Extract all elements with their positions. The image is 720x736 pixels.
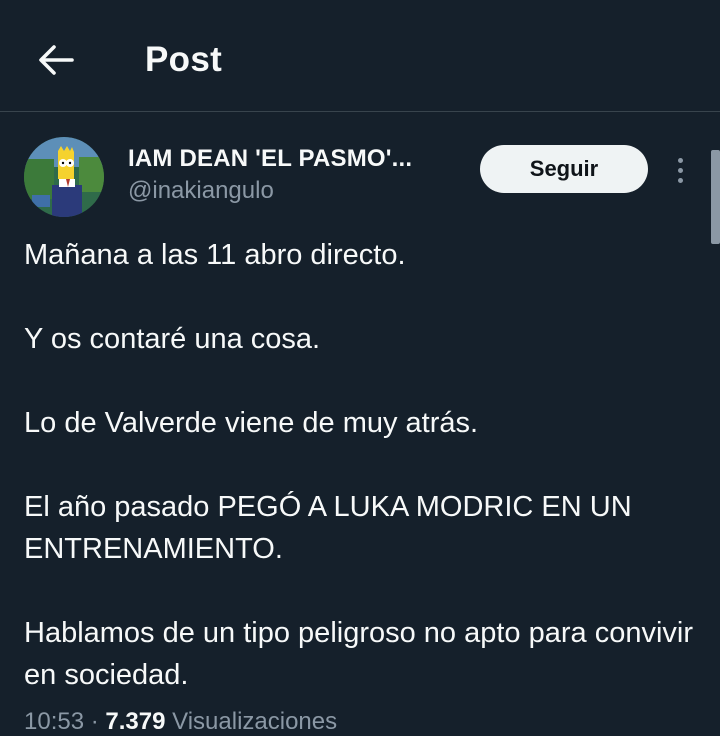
tweet-meta: 10:53 · 7.379 Visualizaciones (24, 708, 337, 736)
author-handle[interactable]: @inakiangulo (128, 177, 274, 205)
more-dot-icon (677, 177, 683, 183)
tweet-paragraph: Y os contaré una cosa. (24, 323, 321, 355)
back-button[interactable] (30, 34, 82, 86)
arrow-left-icon (39, 45, 74, 75)
tweet-paragraph: Mañana a las 11 abro directo. (24, 239, 406, 271)
scrollbar[interactable] (711, 150, 720, 244)
more-options-button[interactable] (664, 150, 696, 190)
tweet-time[interactable]: 10:53 (24, 708, 84, 735)
page-title: Post (145, 40, 223, 79)
avatar[interactable] (24, 137, 104, 217)
author-display-name[interactable]: IAM DEAN 'EL PASMO'... (128, 145, 412, 173)
avatar-image (24, 137, 104, 217)
follow-button[interactable]: Seguir (480, 145, 648, 193)
tweet-paragraph: Hablamos de un tipo peligroso no apto pa… (24, 617, 694, 691)
views-label: Visualizaciones (172, 708, 338, 735)
meta-separator: · (90, 708, 106, 735)
more-dot-icon (677, 157, 683, 163)
tweet-paragraph: El año pasado PEGÓ A LUKA MODRIC EN UN E… (24, 491, 632, 565)
tweet-text: Mañana a las 11 abro directo. Y os conta… (24, 234, 694, 696)
tweet-paragraph: Lo de Valverde viene de muy atrás. (24, 407, 479, 439)
top-bar: Post (0, 0, 720, 112)
views-count: 7.379 (105, 708, 166, 735)
more-dot-icon (677, 167, 683, 173)
